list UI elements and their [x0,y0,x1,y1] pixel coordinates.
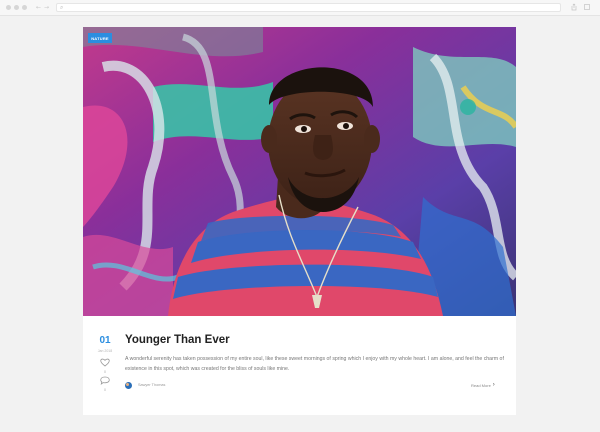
heart-icon[interactable] [100,358,110,367]
share-icon[interactable] [570,3,578,11]
forward-button[interactable]: → [44,4,49,11]
author-avatar [125,381,132,389]
browser-toolbar: ← → ⌕ [0,0,600,16]
portrait-photo [83,27,516,316]
post-title-heading[interactable]: Younger Than Ever [125,334,230,346]
address-bar[interactable]: ⌕ [56,3,561,12]
chevron-right-icon: › [492,382,495,388]
post-excerpt: A wonderful serenity has taken possessio… [125,356,504,372]
post-meta: 01 Jan 2018 0 0 [83,316,127,415]
window-close-dot[interactable] [6,5,11,10]
read-more-link[interactable]: Read More › [471,382,495,388]
post-day: 01 [99,335,111,346]
comment-icon[interactable] [100,376,110,385]
post-month: Jan 2018 [97,349,113,353]
category-badge[interactable]: NATURE [88,33,112,43]
search-icon: ⌕ [60,5,64,11]
window-maximize-dot[interactable] [22,5,27,10]
like-count: 0 [103,369,107,374]
comment-count: 0 [103,387,107,392]
back-button[interactable]: ← [36,4,41,11]
window-minimize-dot[interactable] [14,5,19,10]
bookmark-icon[interactable] [583,3,591,11]
author-name: Sawyer Thomas [138,383,166,387]
post-author[interactable]: Sawyer Thomas [125,380,165,390]
featured-image[interactable]: NATURE [83,27,516,316]
read-more-label: Read More [471,382,491,388]
